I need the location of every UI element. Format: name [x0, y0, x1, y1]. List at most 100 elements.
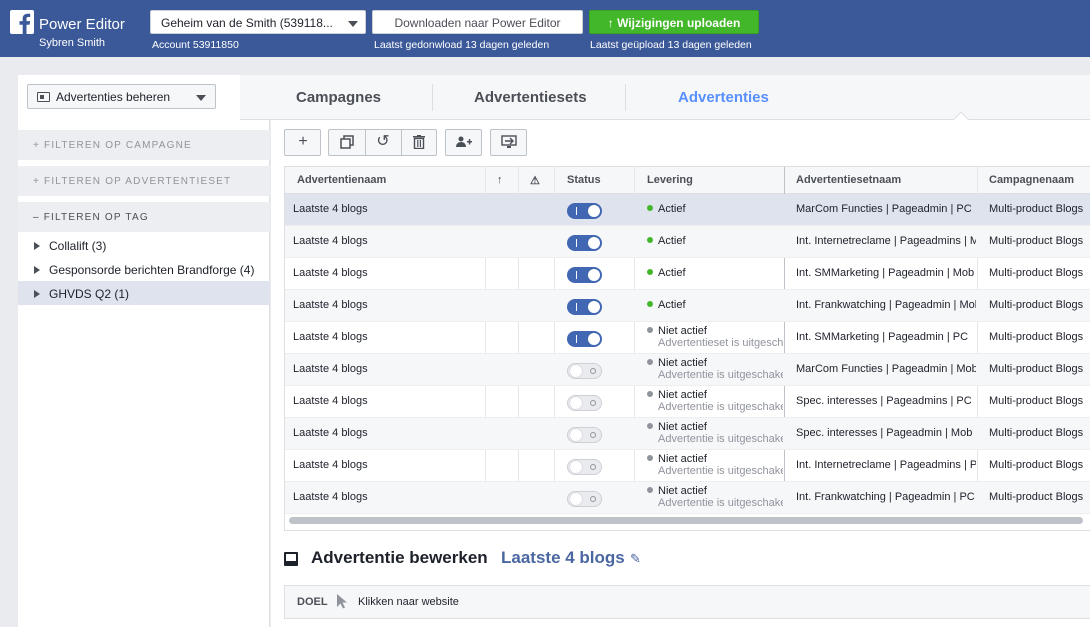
adset-name-cell[interactable]: Int. Internetreclame | Pageadmins | M [796, 235, 976, 247]
status-dot-icon [647, 423, 653, 429]
table-row[interactable]: Laatste 4 blogs Niet actief Advertentieset… [285, 322, 1090, 354]
pencil-icon[interactable]: ✎ [630, 551, 641, 567]
adset-name-cell[interactable]: MarCom Functies | Pageadmin | PC [796, 203, 976, 215]
editor-ad-name[interactable]: Laatste 4 blogs [501, 548, 625, 568]
campaign-name-cell[interactable]: Multi-product Blogs [989, 235, 1090, 247]
table-row[interactable]: Laatste 4 blogs Actief Int. Internetreclam… [285, 226, 1090, 258]
campaign-name-cell[interactable]: Multi-product Blogs [989, 203, 1090, 215]
status-toggle[interactable] [567, 235, 602, 251]
table-row[interactable]: Laatste 4 blogs Niet actief Advertentie is… [285, 354, 1090, 386]
status-toggle[interactable] [567, 427, 602, 443]
delivery-status: Niet actief [658, 485, 707, 497]
ad-name-cell[interactable]: Laatste 4 blogs [293, 427, 368, 439]
horizontal-scrollbar[interactable] [289, 517, 1083, 524]
campaign-name-cell[interactable]: Multi-product Blogs [989, 267, 1090, 279]
ad-name-cell[interactable]: Laatste 4 blogs [293, 235, 368, 247]
tab-divider [625, 84, 626, 111]
delivery-cell: Niet actief Advertentie is uitgeschake [647, 389, 783, 413]
status-dot-icon [647, 455, 653, 461]
status-dot-icon [647, 327, 653, 333]
ad-name-cell[interactable]: Laatste 4 blogs [293, 267, 368, 279]
account-id: Account 53911850 [152, 39, 239, 51]
tab-advertenties[interactable]: Advertenties [678, 89, 769, 106]
table-row[interactable]: Laatste 4 blogs Niet actief Advertentie is… [285, 482, 1090, 514]
status-toggle[interactable] [567, 331, 602, 347]
tag-item-brandforge[interactable]: Gesponsorde berichten Brandforge (4) [18, 257, 270, 281]
table-row[interactable]: Laatste 4 blogs Actief Int. SMMarketing | … [285, 258, 1090, 290]
adset-name-cell[interactable]: Spec. interesses | Pageadmins | PC [796, 395, 976, 407]
filter-tag[interactable]: – FILTEREN OP TAG [18, 202, 270, 232]
ads-manager-icon [37, 92, 50, 102]
status-toggle[interactable] [567, 459, 602, 475]
trash-icon[interactable] [401, 130, 437, 155]
ad-name-cell[interactable]: Laatste 4 blogs [293, 203, 368, 215]
ad-name-cell[interactable]: Laatste 4 blogs [293, 395, 368, 407]
arrow-up-icon: ↑ [607, 16, 614, 30]
adset-name-cell[interactable]: MarCom Functies | Pageadmin | Mob [796, 363, 976, 375]
campaign-name-cell[interactable]: Multi-product Blogs [989, 491, 1090, 503]
ad-editor-icon [284, 552, 298, 566]
download-button[interactable]: Downloaden naar Power Editor [372, 10, 583, 34]
status-toggle[interactable] [567, 363, 602, 379]
ad-name-cell[interactable]: Laatste 4 blogs [293, 491, 368, 503]
adset-name-cell[interactable]: Int. Internetreclame | Pageadmins | P [796, 459, 976, 471]
tag-item-collalift[interactable]: Collalift (3) [18, 233, 270, 257]
filter-campaign[interactable]: + FILTEREN OP CAMPAGNE [18, 130, 270, 160]
level-tabs: Campagnes Advertentiesets Advertenties [240, 75, 1090, 129]
warning-icon[interactable]: ⚠ [530, 174, 540, 187]
manage-ads-dropdown[interactable]: Advertenties beheren [27, 84, 216, 109]
header-delivery[interactable]: Levering [647, 174, 693, 186]
ad-name-cell[interactable]: Laatste 4 blogs [293, 363, 368, 375]
table-row[interactable]: Laatste 4 blogs Niet actief Advertentie is… [285, 386, 1090, 418]
tab-advertentiesets[interactable]: Advertentiesets [474, 89, 587, 106]
filter-adset[interactable]: + FILTEREN OP ADVERTENTIESET [18, 166, 270, 196]
header-adset-name[interactable]: Advertentiesetnaam [796, 174, 901, 186]
campaign-name-cell[interactable]: Multi-product Blogs [989, 395, 1090, 407]
upload-button[interactable]: ↑ Wijzigingen uploaden [589, 10, 759, 34]
campaign-name-cell[interactable]: Multi-product Blogs [989, 459, 1090, 471]
tag-item-ghvds[interactable]: GHVDS Q2 (1) [18, 281, 270, 305]
adset-name-cell[interactable]: Spec. interesses | Pageadmin | Mob [796, 427, 976, 439]
ad-name-cell[interactable]: Laatste 4 blogs [293, 459, 368, 471]
delivery-reason: Advertentie is uitgeschake [658, 465, 783, 477]
table-row[interactable]: Laatste 4 blogs Niet actief Advertentie is… [285, 450, 1090, 482]
plus-icon[interactable]: + [285, 130, 321, 155]
facebook-logo-icon [10, 10, 34, 34]
header-campaign-name[interactable]: Campagnenaam [989, 174, 1074, 186]
table-row[interactable]: Laatste 4 blogs Actief MarCom Functies | P… [285, 194, 1090, 226]
tab-campagnes[interactable]: Campagnes [296, 89, 381, 106]
objective-label: DOEL [297, 596, 328, 608]
add-tag-icon[interactable] [446, 130, 482, 155]
account-select[interactable]: Geheim van de Smith (539118... [150, 10, 366, 34]
campaign-name-cell[interactable]: Multi-product Blogs [989, 427, 1090, 439]
duplicate-icon[interactable] [329, 130, 365, 155]
campaign-name-cell[interactable]: Multi-product Blogs [989, 363, 1090, 375]
delivery-status: Niet actief [658, 325, 707, 337]
campaign-name-cell[interactable]: Multi-product Blogs [989, 299, 1090, 311]
preview-icon[interactable] [491, 130, 527, 155]
status-toggle[interactable] [567, 299, 602, 315]
sidebar: Advertenties beheren + FILTEREN OP CAMPA… [18, 75, 270, 627]
status-toggle[interactable] [567, 267, 602, 283]
toolbar-group-edit: ↺ [328, 129, 437, 156]
status-toggle[interactable] [567, 395, 602, 411]
campaign-name-cell[interactable]: Multi-product Blogs [989, 331, 1090, 343]
adset-name-cell[interactable]: Int. Frankwatching | Pageadmin | Mob [796, 299, 976, 311]
table-row[interactable]: Laatste 4 blogs Actief Int. Frankwatching … [285, 290, 1090, 322]
adset-name-cell[interactable]: Int. Frankwatching | Pageadmin | PC [796, 491, 976, 503]
table-row[interactable]: Laatste 4 blogs Niet actief Advertentie is… [285, 418, 1090, 450]
adset-name-cell[interactable]: Int. SMMarketing | Pageadmin | Mob [796, 267, 976, 279]
ad-name-cell[interactable]: Laatste 4 blogs [293, 331, 368, 343]
sort-up-icon[interactable]: ↑ [497, 174, 503, 186]
status-dot-icon [647, 391, 653, 397]
delivery-status: Niet actief [658, 421, 707, 433]
delivery-reason: Advertentie is uitgeschake [658, 369, 783, 381]
status-toggle[interactable] [567, 491, 602, 507]
undo-icon[interactable]: ↺ [365, 130, 401, 155]
ad-name-cell[interactable]: Laatste 4 blogs [293, 299, 368, 311]
delivery-status: Actief [658, 235, 686, 247]
adset-name-cell[interactable]: Int. SMMarketing | Pageadmin | PC [796, 331, 976, 343]
header-status[interactable]: Status [567, 174, 601, 186]
status-toggle[interactable] [567, 203, 602, 219]
header-ad-name[interactable]: Advertentienaam [297, 174, 386, 186]
